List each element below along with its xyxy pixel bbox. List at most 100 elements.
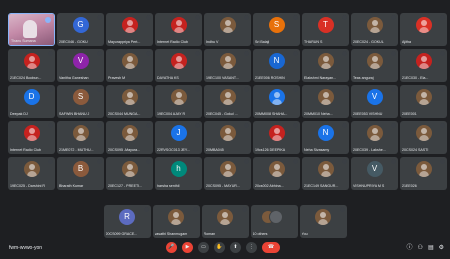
participant-tile[interactable]: 20EC045 - Gokul ... bbox=[204, 85, 251, 118]
participant-tile[interactable]: DAYATHA KS bbox=[155, 49, 202, 82]
participant-name: 21EC024 Boobun... bbox=[10, 76, 42, 80]
participant-tile[interactable]: 20CS095 -Mayura... bbox=[106, 121, 153, 154]
participant-tile[interactable]: 20MM008 SHAHA... bbox=[253, 85, 300, 118]
participant-name: Deepak DJ bbox=[10, 112, 28, 116]
participant-tile[interactable]: 21EC030 - Ela... bbox=[400, 49, 447, 82]
participant-tile[interactable]: 20CS024 SASTI bbox=[400, 121, 447, 154]
captions-button[interactable]: ▭ bbox=[198, 242, 209, 253]
participant-tile[interactable]: h harsha senthil bbox=[155, 157, 202, 190]
participant-tile[interactable]: 21EE026 bbox=[400, 157, 447, 190]
participant-tile[interactable]: 21EC149 SANGUR... bbox=[302, 157, 349, 190]
participant-avatar bbox=[170, 89, 187, 105]
participant-tile[interactable]: Ajitha bbox=[400, 13, 447, 46]
participant-name: SAFWIN BHANU J bbox=[59, 112, 90, 116]
people-icon[interactable]: ⚇ bbox=[418, 244, 423, 252]
other-participant-avatar bbox=[268, 210, 283, 224]
call-controls: 🎤 ▶ ▭ ✋ ⬆ ⋮ ☎ bbox=[166, 242, 280, 253]
mic-muted-icon bbox=[293, 51, 298, 56]
participant-avatar bbox=[268, 125, 285, 141]
mic-muted-icon bbox=[146, 87, 151, 92]
participant-tile[interactable]: 20EC127 - PREETI... bbox=[106, 157, 153, 190]
participant-tile[interactable]: V 20EE053 VISHNU bbox=[351, 85, 398, 118]
speaking-indicator-icon bbox=[45, 17, 51, 23]
participant-tile[interactable]: Indhu V bbox=[204, 13, 251, 46]
participant-tile[interactable]: Roman bbox=[201, 205, 249, 238]
participant-tile[interactable]: D Deepak DJ bbox=[8, 85, 55, 118]
present-button[interactable]: ⬆ bbox=[230, 242, 241, 253]
participant-tile[interactable]: G 20EC046 - GOKU bbox=[57, 13, 104, 46]
raise-hand-button[interactable]: ✋ bbox=[214, 242, 225, 253]
participant-tile[interactable]: 20MBA045 bbox=[204, 121, 251, 154]
participant-avatar bbox=[317, 53, 334, 69]
participant-name: 21EC149 SANGUR... bbox=[304, 184, 339, 188]
camera-off-button[interactable]: ▶ bbox=[182, 242, 193, 253]
participant-tile[interactable]: 20CS095 - MAYUR... bbox=[204, 157, 251, 190]
participant-name: You bbox=[301, 232, 308, 236]
participant-tile[interactable]: Thanu Sumana bbox=[8, 13, 55, 46]
participant-tile[interactable]: 20MM010 Neha... bbox=[302, 85, 349, 118]
participant-tile[interactable]: S Sri Balaji bbox=[253, 13, 300, 46]
participant-tile[interactable]: 19EC100 VASANT... bbox=[204, 49, 251, 82]
participant-tile[interactable]: Teas anguraj bbox=[351, 49, 398, 82]
participant-tile[interactable]: You bbox=[299, 205, 347, 238]
participant-tile[interactable]: V VISHNUPRIYA M S bbox=[351, 157, 398, 190]
participant-tile[interactable]: Mayurappriya Pert... bbox=[106, 13, 153, 46]
participant-name: 21EE006 ROSHIN bbox=[255, 76, 285, 80]
participant-name: Elakshmi Narayan... bbox=[304, 76, 337, 80]
participant-tile[interactable]: Internet Radio Club bbox=[8, 121, 55, 154]
meeting-bottom-bar: fwm-wvwo-yon 🎤 ▶ ▭ ✋ ⬆ ⋮ ☎ ⓘ ⚇ ▤ ⚙ bbox=[0, 239, 450, 259]
mic-muted-icon bbox=[391, 123, 396, 128]
participant-tile[interactable]: 20CS044 MUNGA... bbox=[106, 85, 153, 118]
participant-tile[interactable]: vasathi Shanmugam bbox=[152, 205, 200, 238]
participant-avatar bbox=[23, 53, 40, 69]
mic-muted-icon bbox=[146, 51, 151, 56]
mic-muted-icon bbox=[195, 15, 200, 20]
participant-tile[interactable]: V Vanitha Ganeshan bbox=[57, 49, 104, 82]
participant-name: 20EC046 - GOKU bbox=[59, 40, 88, 44]
activities-icon[interactable]: ⚙ bbox=[439, 244, 444, 252]
mic-muted-icon bbox=[293, 123, 298, 128]
participant-tile[interactable]: 21ME072 - MUTHU... bbox=[57, 121, 104, 154]
participant-avatar bbox=[23, 125, 40, 141]
participant-tile[interactable]: 20EE001 bbox=[400, 85, 447, 118]
participant-tile[interactable]: 21EC024 Boobun... bbox=[8, 49, 55, 82]
participant-tile[interactable]: T THARUN S bbox=[302, 13, 349, 46]
participant-avatar bbox=[219, 53, 236, 69]
mic-muted-icon bbox=[195, 159, 200, 164]
participant-tile[interactable]: J 22RVSOC013 JEY... bbox=[155, 121, 202, 154]
participant-avatar bbox=[317, 161, 334, 177]
participant-tile[interactable]: Internet Radio Club bbox=[155, 13, 202, 46]
mic-muted-icon bbox=[391, 159, 396, 164]
participant-tile[interactable]: 20EC024 - GOKUL bbox=[351, 13, 398, 46]
participant-avatar bbox=[366, 53, 383, 69]
participant-tile[interactable]: R 20CS099 GRACE... bbox=[103, 205, 151, 238]
participant-tile[interactable]: 20EC039 - Lakshe... bbox=[351, 121, 398, 154]
participant-tile[interactable]: N Neha Sivasamy bbox=[302, 121, 349, 154]
mic-muted-icon bbox=[342, 159, 347, 164]
participant-tile[interactable]: 19EC025 - Darshini R bbox=[8, 157, 55, 190]
info-icon[interactable]: ⓘ bbox=[407, 244, 413, 252]
participant-tile[interactable]: Pravesh M bbox=[106, 49, 153, 82]
participant-avatar bbox=[219, 161, 236, 177]
participant-tile[interactable]: B Bharath Kumar bbox=[57, 157, 104, 190]
participant-avatar bbox=[415, 89, 432, 105]
participant-tile[interactable]: 19EC004 AJAY R bbox=[155, 85, 202, 118]
more-options-button[interactable]: ⋮ bbox=[246, 242, 257, 253]
participant-name: 20CS095 - MAYUR... bbox=[206, 184, 240, 188]
participant-tile[interactable]: Elakshmi Narayan... bbox=[302, 49, 349, 82]
participant-tile[interactable]: 20cs002 Abhina... bbox=[253, 157, 300, 190]
participant-tile[interactable]: 10 others bbox=[250, 205, 298, 238]
participant-name: Thanu Sumana bbox=[11, 39, 36, 43]
end-call-button[interactable]: ☎ bbox=[262, 242, 280, 253]
participant-tile[interactable]: S SAFWIN BHANU J bbox=[57, 85, 104, 118]
mic-muted-icon bbox=[293, 87, 298, 92]
chat-icon[interactable]: ▤ bbox=[428, 244, 434, 252]
participant-avatar: T bbox=[317, 17, 334, 33]
mic-off-button[interactable]: 🎤 bbox=[166, 242, 177, 253]
mic-muted-icon bbox=[391, 15, 396, 20]
participant-tile[interactable]: 19cs126 DEEPIKA bbox=[253, 121, 300, 154]
participant-tile[interactable]: N 21EE006 ROSHIN bbox=[253, 49, 300, 82]
participant-name: 19cs126 DEEPIKA bbox=[255, 148, 286, 152]
participant-name: 21EC030 - Ela... bbox=[402, 76, 429, 80]
mic-muted-icon bbox=[339, 207, 345, 212]
